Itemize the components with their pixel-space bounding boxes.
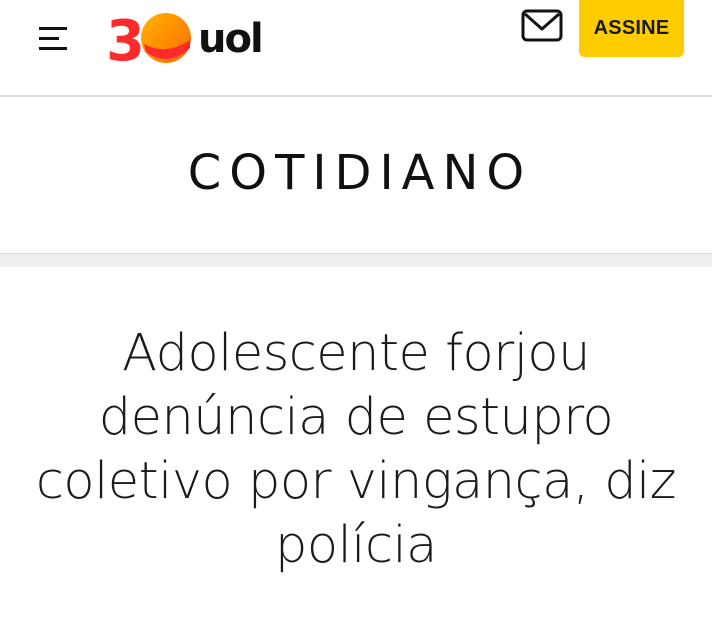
mail-icon xyxy=(521,9,563,42)
site-header: 3 uol ASSINE xyxy=(0,0,712,97)
subscribe-button[interactable]: ASSINE xyxy=(579,0,684,57)
section-title[interactable]: COTIDIANO xyxy=(0,143,712,203)
hamburger-menu-icon xyxy=(39,27,67,50)
uol-30-logo[interactable]: 3 uol xyxy=(106,9,286,74)
newsletter-button[interactable] xyxy=(520,8,566,44)
logo-number: 3 xyxy=(106,10,145,66)
section-divider xyxy=(0,253,712,267)
menu-button[interactable] xyxy=(36,24,72,54)
logo-wordmark: uol xyxy=(198,16,262,62)
article-headline: Adolescente forjou denúncia de estupro c… xyxy=(35,324,677,575)
